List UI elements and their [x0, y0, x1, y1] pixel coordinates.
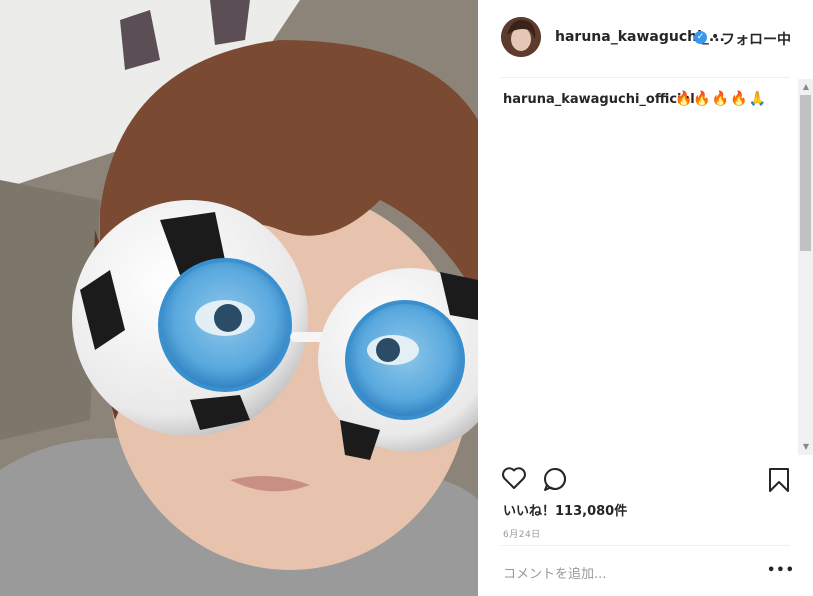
caption-username[interactable]: haruna_kawaguchi_official	[503, 92, 695, 107]
post-header: haruna_kawaguchi_... ✓ • フォロー中	[478, 0, 813, 78]
likes-count[interactable]: いいね！113,080件	[503, 500, 627, 519]
comments-area: haruna_kawaguchi_official 🔥🔥🔥🔥🙏 ▲ ▼	[478, 79, 813, 455]
likes-number: 113,080件	[555, 504, 628, 519]
post-side-panel: haruna_kawaguchi_... ✓ • フォロー中 haruna_ka…	[478, 0, 813, 596]
header-divider	[501, 77, 790, 78]
more-options-button[interactable]: •••	[767, 563, 795, 578]
comment-bubble-icon[interactable]	[542, 466, 568, 496]
comment-divider	[501, 545, 790, 546]
likes-label: いいね！	[503, 504, 556, 519]
scroll-up-arrow-icon[interactable]: ▲	[798, 79, 813, 95]
comments-scrollbar[interactable]: ▲ ▼	[798, 79, 813, 455]
caption-text: 🔥🔥🔥🔥🙏	[675, 91, 768, 107]
avatar[interactable]	[501, 17, 541, 57]
verified-badge-icon: ✓	[694, 31, 707, 44]
separator-dot: •	[711, 29, 720, 45]
following-button[interactable]: フォロー中	[721, 29, 791, 49]
post-photo[interactable]	[0, 0, 478, 596]
scroll-thumb[interactable]	[800, 95, 811, 251]
avatar-image	[501, 17, 541, 57]
scroll-down-arrow-icon[interactable]: ▼	[798, 439, 813, 455]
post-photo-image	[0, 0, 478, 596]
add-comment-input[interactable]: コメントを追加...	[503, 563, 606, 582]
post-date[interactable]: 6月24日	[503, 527, 541, 540]
bookmark-icon[interactable]	[768, 467, 790, 497]
heart-icon[interactable]	[501, 466, 527, 494]
